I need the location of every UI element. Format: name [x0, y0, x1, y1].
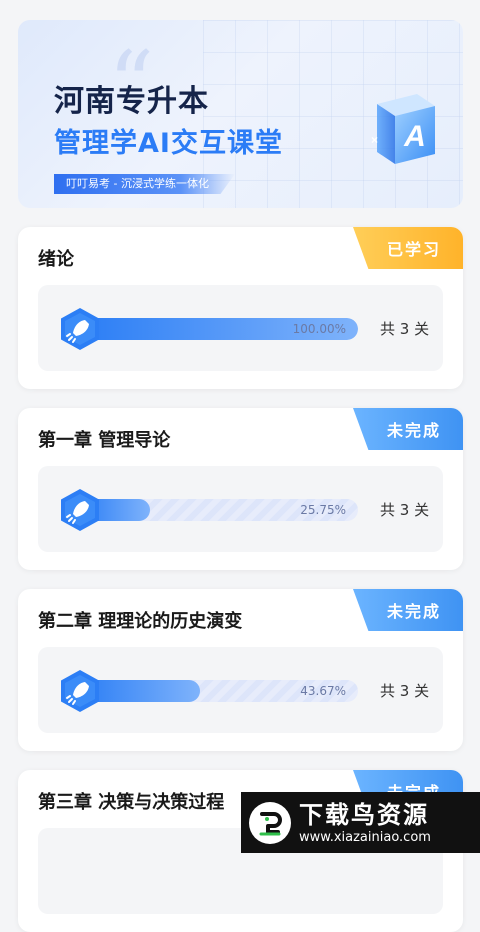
level-count: 共 3 关 — [380, 320, 430, 338]
status-badge: 未完成 — [353, 408, 463, 450]
watermark-url: www.xiazainiao.com — [299, 829, 431, 845]
progress-track: 43.67% — [78, 680, 358, 702]
rocket-icon — [61, 670, 99, 712]
banner-tagline: 叮叮易考 - 沉浸式学练一体化 — [54, 174, 235, 194]
level-count: 共 3 关 — [380, 682, 430, 700]
level-count: 共 3 关 — [380, 501, 430, 519]
watermark-name: 下载鸟资源 — [299, 800, 429, 829]
progress-panel: 100.00% 共 3 关 — [38, 285, 443, 371]
bird-logo-icon — [249, 801, 291, 844]
chapter-title: 第三章 决策与决策过程 — [38, 792, 225, 813]
banner-title: 河南专升本 — [54, 84, 209, 119]
chapter-title: 第二章 理理论的历史演变 — [38, 611, 243, 632]
ai-cube-icon: A × — [371, 94, 435, 164]
chapter-card[interactable]: 第二章 理理论的历史演变 未完成 43.67% 共 3 关 — [18, 589, 463, 751]
progress-panel: 43.67% 共 3 关 — [38, 647, 443, 733]
rocket-icon — [61, 489, 99, 531]
progress-panel: 25.75% 共 3 关 — [38, 466, 443, 552]
progress-track: 25.75% — [78, 499, 358, 521]
progress-percent: 25.75% — [300, 503, 346, 517]
cube-letter: A — [403, 120, 426, 153]
status-badge: 未完成 — [353, 589, 463, 631]
status-badge: 已学习 — [353, 227, 463, 269]
progress-percent: 43.67% — [300, 684, 346, 698]
rocket-icon — [61, 308, 99, 350]
chapter-card[interactable]: 第一章 管理导论 未完成 25.75% 共 3 关 — [18, 408, 463, 570]
course-banner: “ 河南专升本 管理学AI交互课堂 叮叮易考 - 沉浸式学练一体化 A × — [18, 20, 463, 208]
progress-track: 100.00% — [78, 318, 358, 340]
progress-percent: 100.00% — [292, 322, 346, 336]
chapter-card[interactable]: 绪论 已学习 100.00% 共 3 关 — [18, 227, 463, 389]
banner-subtitle: 管理学AI交互课堂 — [54, 128, 283, 159]
watermark: 下载鸟资源 www.xiazainiao.com — [241, 792, 480, 853]
svg-text:×: × — [371, 133, 378, 147]
chapter-title: 第一章 管理导论 — [38, 430, 171, 451]
chapter-title: 绪论 — [38, 249, 74, 270]
